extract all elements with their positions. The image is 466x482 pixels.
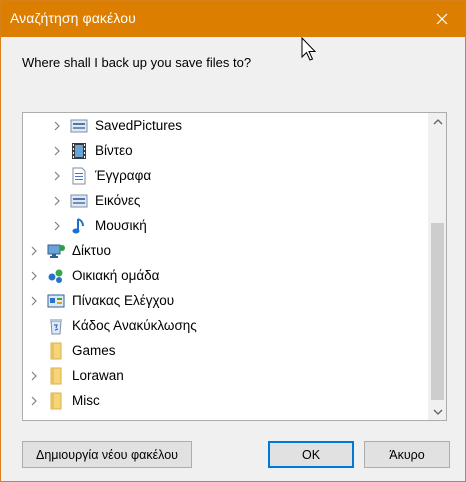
window-title: Αναζήτηση φακέλου [10, 10, 136, 26]
ok-button[interactable]: OK [268, 441, 354, 468]
pictures-library-icon [69, 191, 89, 211]
close-icon [436, 13, 448, 25]
music-library-icon [69, 216, 89, 236]
expand-chevron-icon[interactable] [28, 370, 40, 382]
tree-item-label: Κάδος Ανακύκλωσης [72, 318, 197, 333]
expand-chevron-icon[interactable] [28, 295, 40, 307]
close-button[interactable] [419, 1, 465, 37]
expand-chevron-icon[interactable] [51, 195, 63, 207]
chevron-up-icon [433, 118, 442, 124]
no-chevron-spacer [28, 345, 40, 357]
new-folder-button[interactable]: Δημιουργία νέου φακέλου [22, 441, 192, 468]
tree-item-label: SavedPictures [95, 118, 183, 133]
tree-item-label: Misc [72, 393, 100, 408]
chevron-down-icon [433, 409, 442, 415]
tree-item-video[interactable]: Βίντεο [51, 138, 446, 163]
tree-item-games[interactable]: Games [28, 338, 432, 363]
homegroup-icon [46, 266, 66, 286]
expand-chevron-icon[interactable] [51, 220, 63, 232]
dialog-prompt: Where shall I back up you save files to? [22, 55, 252, 70]
tree-item-documents[interactable]: Έγγραφα [51, 163, 446, 188]
expand-chevron-icon[interactable] [51, 170, 63, 182]
expand-chevron-icon[interactable] [51, 120, 63, 132]
documents-library-icon [69, 166, 89, 186]
tree-item-misc[interactable]: Misc [28, 388, 432, 413]
video-library-icon [69, 141, 89, 161]
mouse-pointer-icon [301, 37, 317, 61]
tree-item-homegroup[interactable]: Οικιακή ομάδα [28, 263, 432, 288]
scroll-down-button[interactable] [429, 403, 446, 420]
tree-item-savedpictures[interactable]: SavedPictures [51, 113, 446, 138]
recycle-bin-icon [46, 316, 66, 336]
control-panel-icon [46, 291, 66, 311]
tree-item-label: Πίνακας Ελέγχου [72, 293, 175, 308]
tree-item-label: Μουσική [95, 218, 147, 233]
expand-chevron-icon[interactable] [28, 395, 40, 407]
vertical-scrollbar[interactable] [428, 113, 446, 420]
folder-icon [46, 366, 66, 386]
expand-chevron-icon[interactable] [51, 145, 63, 157]
network-icon [46, 241, 66, 261]
folder-icon [46, 341, 66, 361]
expand-chevron-icon[interactable] [28, 245, 40, 257]
tree-item-network[interactable]: Δίκτυο [28, 238, 432, 263]
cancel-button[interactable]: Άκυρο [364, 441, 450, 468]
tree-item-music[interactable]: Μουσική [51, 213, 446, 238]
tree-item-label: Οικιακή ομάδα [72, 268, 160, 283]
scroll-up-button[interactable] [429, 113, 446, 130]
folder-browse-dialog: Αναζήτηση φακέλου Where shall I back up … [0, 0, 466, 482]
folder-tree[interactable]: SavedPictures Βίντεο Έγγραφα Εικόνες Μου… [22, 112, 447, 421]
tree-item-recycle-bin[interactable]: Κάδος Ανακύκλωσης [28, 313, 432, 338]
tree-item-label: Εικόνες [95, 193, 141, 208]
title-bar[interactable]: Αναζήτηση φακέλου [1, 1, 465, 37]
tree-item-pictures[interactable]: Εικόνες [51, 188, 446, 213]
expand-chevron-icon[interactable] [28, 270, 40, 282]
tree-item-label: Games [72, 343, 116, 358]
tree-item-label: Έγγραφα [95, 168, 152, 183]
tree-item-control-panel[interactable]: Πίνακας Ελέγχου [28, 288, 432, 313]
tree-item-lorawan[interactable]: Lorawan [28, 363, 432, 388]
tree-item-label: Βίντεο [95, 143, 133, 158]
tree-item-label: Δίκτυο [72, 243, 111, 258]
no-chevron-spacer [28, 320, 40, 332]
tree-item-label: Lorawan [72, 368, 124, 383]
folder-icon [46, 391, 66, 411]
scrollbar-thumb[interactable] [431, 223, 444, 400]
library-icon [69, 116, 89, 136]
